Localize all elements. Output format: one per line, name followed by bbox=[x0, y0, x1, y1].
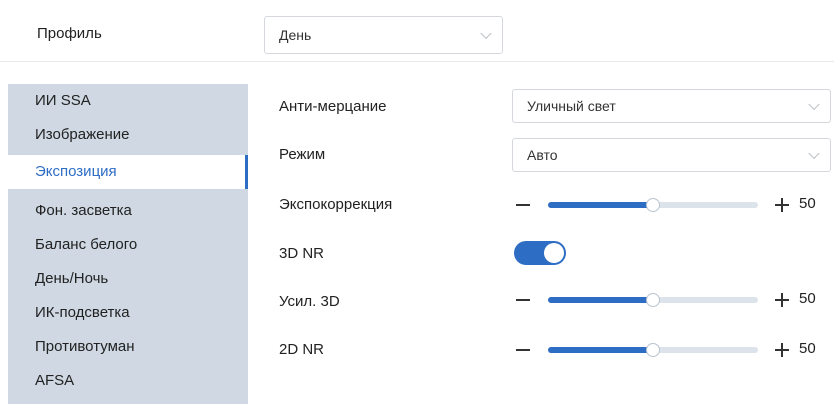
mode-label: Режим bbox=[279, 146, 326, 163]
chevron-down-icon bbox=[808, 98, 820, 111]
anti-flicker-value: Уличный свет bbox=[527, 98, 616, 114]
nr2d-slider: 50 bbox=[512, 339, 822, 361]
gain3d-value: 50 bbox=[799, 290, 816, 307]
gain3d-label: Усил. 3D bbox=[279, 293, 340, 310]
sidebar-item-defog[interactable]: Противотуман bbox=[8, 330, 248, 364]
slider-track[interactable] bbox=[548, 343, 758, 357]
profile-select-value: День bbox=[279, 27, 312, 43]
slider-thumb[interactable] bbox=[646, 198, 660, 212]
anti-flicker-label: Анти-мерцание bbox=[279, 98, 387, 115]
exposure-comp-slider: 50 bbox=[512, 194, 822, 216]
slider-thumb[interactable] bbox=[646, 293, 660, 307]
minus-icon[interactable] bbox=[516, 349, 530, 351]
plus-icon[interactable] bbox=[774, 339, 790, 361]
nr3d-toggle[interactable] bbox=[514, 241, 566, 265]
sidebar-item-exposure[interactable]: Экспозиция bbox=[8, 155, 248, 189]
header-divider bbox=[0, 61, 834, 62]
nr2d-label: 2D NR bbox=[279, 341, 325, 358]
profile-label: Профиль bbox=[37, 25, 102, 42]
slider-fill bbox=[548, 202, 653, 208]
slider-track[interactable] bbox=[548, 198, 758, 212]
chevron-down-icon bbox=[808, 147, 820, 160]
sidebar-item-day-night[interactable]: День/Ночь bbox=[8, 262, 248, 296]
anti-flicker-select[interactable]: Уличный свет bbox=[512, 89, 831, 123]
minus-icon[interactable] bbox=[516, 204, 530, 206]
profile-select[interactable]: День bbox=[264, 16, 503, 54]
slider-fill bbox=[548, 297, 653, 303]
sidebar-item-ir-light[interactable]: ИК-подсветка bbox=[8, 296, 248, 330]
mode-select[interactable]: Авто bbox=[512, 138, 831, 172]
plus-icon[interactable] bbox=[774, 194, 790, 216]
sidebar-item-white-balance[interactable]: Баланс белого bbox=[8, 228, 248, 262]
sidebar: ИИ SSA Изображение Экспозиция Фон. засве… bbox=[8, 84, 248, 404]
nr3d-label: 3D NR bbox=[279, 245, 325, 262]
slider-track[interactable] bbox=[548, 293, 758, 307]
nr2d-value: 50 bbox=[799, 340, 816, 357]
exposure-comp-label: Экспокоррекция bbox=[279, 196, 393, 213]
gain3d-slider: 50 bbox=[512, 289, 822, 311]
toggle-knob bbox=[544, 243, 564, 263]
mode-value: Авто bbox=[527, 147, 558, 163]
minus-icon[interactable] bbox=[516, 299, 530, 301]
sidebar-item-afsa[interactable]: AFSA bbox=[8, 364, 248, 398]
sidebar-item-backlight[interactable]: Фон. засветка bbox=[8, 194, 248, 228]
chevron-down-icon bbox=[480, 27, 492, 40]
plus-icon[interactable] bbox=[774, 289, 790, 311]
slider-thumb[interactable] bbox=[646, 343, 660, 357]
sidebar-item-image[interactable]: Изображение bbox=[8, 118, 248, 152]
sidebar-item-ai-ssa[interactable]: ИИ SSA bbox=[8, 84, 248, 118]
exposure-comp-value: 50 bbox=[799, 195, 816, 212]
slider-fill bbox=[548, 347, 653, 353]
